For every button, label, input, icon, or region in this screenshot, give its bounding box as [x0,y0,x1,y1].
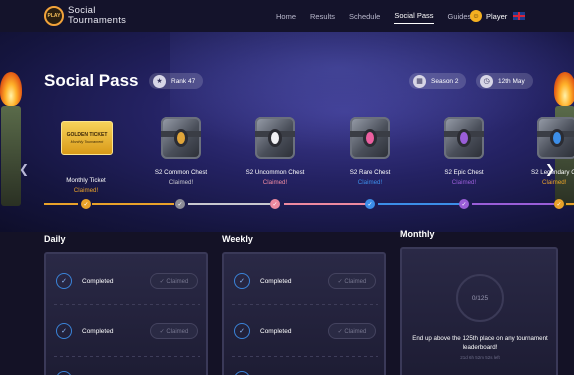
claimed-button[interactable]: ✓ Claimed [150,323,198,339]
reward-name: Monthly Ticket [66,177,106,184]
reward-status: Claimed! [357,179,383,186]
avatar: ☺ [470,10,482,22]
reward-status: Claimed! [262,179,288,186]
date-badge: ◷ 12th May [476,73,533,89]
rare-chest-image [345,113,395,163]
claimed-button[interactable]: ✓ Claimed [150,273,198,289]
reward-status: Claimed! [168,179,194,186]
common-chest-image [156,113,206,163]
torch-left [0,72,24,212]
mission-description: End up above the 125th place on any tour… [412,335,548,351]
rank-badge: ★ Rank 47 [149,73,204,89]
nav-social-pass[interactable]: Social Pass [394,8,434,24]
daily-mission-row: ✓ Completed ✓ Claimed [56,320,198,342]
page-title: Social Pass [44,71,139,90]
mission-status: Completed [260,327,292,335]
mission-countdown: 21d 6h 52m 52s left [460,355,500,360]
reward-uncommon-chest[interactable]: S2 Uncommon Chest Claimed! [235,113,315,186]
nav-home[interactable]: Home [276,9,296,24]
claimed-button[interactable]: ✓ Claimed [328,273,376,289]
reward-status: Claimed! [73,187,99,194]
check-icon: ✓ [81,199,91,209]
carousel-prev-icon[interactable]: ❮ [19,162,29,176]
claimed-button[interactable]: ✓ Claimed [328,323,376,339]
check-icon: ✓ [270,199,280,209]
divider [54,304,200,305]
weekly-mission-row: ✓ Completed ✓ Claimed [234,270,376,292]
uncommon-chest-image [250,113,300,163]
uk-flag-icon[interactable] [513,12,525,20]
mission-status: Completed [82,327,114,335]
check-icon: ✓ [554,199,564,209]
logo[interactable]: PLAY [44,6,64,26]
season-badge: ▦ Season 2 [409,73,467,89]
weekly-mission-row-partial [234,368,376,375]
divider [232,356,378,357]
daily-mission-row: ✓ Completed ✓ Claimed [56,270,198,292]
brand[interactable]: Social Tournaments [68,6,126,26]
weekly-panel: ✓ Completed ✓ Claimed ✓ Completed ✓ Clai… [222,252,386,375]
timer-icon: ◷ [480,74,493,88]
monthly-title: Monthly [400,229,435,239]
divider [232,304,378,305]
check-icon: ✓ [459,199,469,209]
reward-name: S2 Uncommon Chest [245,169,305,176]
check-circle-icon: ✓ [234,323,250,339]
reward-epic-chest[interactable]: S2 Epic Chest Claimed! [424,113,504,186]
daily-panel: ✓ Completed ✓ Claimed ✓ Completed ✓ Clai… [44,252,208,375]
reward-name: S2 Epic Chest [444,169,484,176]
date-text: 12th May [498,77,525,85]
divider [54,356,200,357]
check-circle-icon [234,371,250,375]
reward-name: S2 Common Chest [154,169,208,176]
rank-text: Rank 47 [171,77,196,85]
check-icon: ✓ [175,199,185,209]
monthly-mission: 0/125 End up above the 125th place on an… [410,257,550,367]
progress-track: ✓ ✓ ✓ ✓ ✓ ✓ [44,199,574,209]
season-text: Season 2 [431,77,459,85]
player-name: Player [486,11,508,21]
weekly-title: Weekly [222,234,253,244]
brand-line-2: Tournaments [68,15,127,26]
star-icon: ★ [153,74,166,88]
check-circle-icon: ✓ [56,323,72,339]
golden-ticket-image: GOLDEN TICKET Monthly Tournament [61,121,113,171]
reward-status: Claimed! [451,179,477,186]
mission-status: Completed [260,277,292,285]
check-circle-icon: ✓ [234,273,250,289]
progress-text: 0/125 [471,294,489,302]
calendar-icon: ▦ [413,74,426,88]
mission-status: Completed [82,277,114,285]
reward-common-chest[interactable]: S2 Common Chest Claimed! [141,113,221,186]
nav-guides[interactable]: Guides [448,9,472,24]
nav-results[interactable]: Results [310,9,335,24]
ticket-title: GOLDEN TICKET [66,132,108,138]
reward-name: S2 Rare Chest [349,169,391,176]
logo-text: PLAY [47,13,61,19]
top-nav: PLAY Social Tournaments Home Results Sch… [0,0,574,32]
epic-chest-image [439,113,489,163]
player-menu[interactable]: ☺ Player [470,10,507,22]
reward-status: Claimed! [542,179,567,186]
daily-title: Daily [44,234,66,244]
progress-ring: 0/125 [456,274,504,322]
check-circle-icon: ✓ [56,273,72,289]
nav-links: Home Results Schedule Social Pass Guides [276,0,485,32]
check-circle-icon [56,371,72,375]
reward-legendary-chest[interactable]: S2 Legendary Chest Claimed! [518,113,574,186]
nav-schedule[interactable]: Schedule [349,9,380,24]
reward-monthly-ticket[interactable]: GOLDEN TICKET Monthly Tournament Monthly… [46,113,126,194]
weekly-mission-row: ✓ Completed ✓ Claimed [234,320,376,342]
daily-mission-row-partial [56,368,198,375]
reward-name: S2 Legendary Chest [531,169,574,176]
reward-rare-chest[interactable]: S2 Rare Chest Claimed! [330,113,410,186]
monthly-panel: 0/125 End up above the 125th place on an… [400,247,558,375]
ticket-subtitle: Monthly Tournament [70,140,104,144]
check-icon: ✓ [365,199,375,209]
legendary-chest-image [532,113,574,163]
